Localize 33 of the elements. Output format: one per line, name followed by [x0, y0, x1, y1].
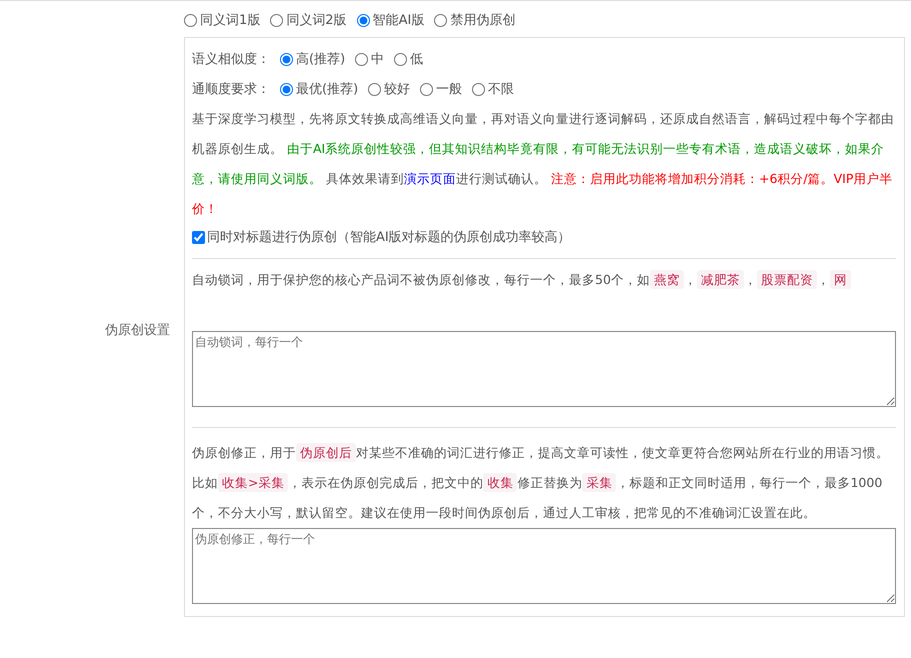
radio-button[interactable] — [434, 14, 448, 26]
demo-link[interactable]: 演示页面 — [404, 171, 456, 186]
checkbox-option[interactable]: 同时对标题进行伪原创（智能AI版对标题的伪原创成功率较高） — [192, 228, 571, 246]
radio-option[interactable]: 高(推荐) — [280, 50, 346, 68]
radio-button[interactable] — [394, 52, 408, 66]
field-label: 语义相似度： — [192, 51, 270, 68]
radio-option[interactable]: 智能AI版 — [356, 11, 424, 29]
corrections-description: 伪原创修正，用于 伪原创后 对某些不准确的词汇进行修正，提高文章可读性，使文章更符合您网站所在行业的用语习惯。比如 收集>采集 ，表示在伪原创完成后，把文中的 收集 修正替换为 采集 ，标题和正文同时适用，每行一个，最多1000个，不分大小写，默认留空。建议在使用一段时间伪原创后，通过人工审核，把常见的不准确词汇设置在此。 — [192, 442, 890, 522]
radio-option[interactable]: 最优(推荐) — [280, 80, 358, 98]
radio-button[interactable] — [420, 82, 434, 96]
radio-option[interactable]: 一般 — [420, 80, 462, 98]
section-label: 伪原创设置 — [105, 322, 170, 338]
corrections-field[interactable]: 伪原创修正，每行一个 — [192, 528, 896, 604]
radio-option[interactable]: 不限 — [472, 80, 514, 98]
radio-button[interactable] — [280, 52, 293, 66]
radio-button[interactable] — [280, 82, 293, 96]
radio-option[interactable]: 同义词1版 — [184, 11, 260, 29]
lock-words-field[interactable]: 自动锁词，每行一个 — [192, 331, 896, 407]
checkbox[interactable] — [192, 230, 205, 244]
radio-button[interactable] — [356, 14, 370, 26]
radio-button[interactable] — [472, 82, 486, 96]
radio-button[interactable] — [270, 14, 284, 26]
radio-button[interactable] — [355, 52, 368, 66]
field-label: 通顺度要求： — [192, 81, 270, 98]
description-text: 基于深度学习模型，先将原文转换成高维语义向量，再对语义向量进行逐词解码，还原成自然语言，解码过程中每个字都由机器原创生成。 由于AI系统原创性较强，但其知识结构毕竟有限，有可能无法识别一些专有术语，造成语义破坏，如果介意，请使用同义词版。 具体效果请到演示页面进行测试确认。 注意：启用此功能将增加积分消耗：+6积分/篇。VIP用户半价！ — [192, 110, 895, 218]
radio-button[interactable] — [184, 14, 197, 26]
radio-button[interactable] — [368, 82, 382, 96]
radio-option[interactable]: 同义词2版 — [270, 11, 347, 29]
radio-option[interactable]: 较好 — [368, 80, 410, 98]
radio-option[interactable]: 低 — [394, 50, 424, 68]
radio-option[interactable]: 中 — [355, 50, 384, 68]
lock-words-description: 自动锁词，用于保护您的核心产品词不被伪原创修改，每行一个，最多50个，如 燕窝 ， 减肥茶 ， 股票配资 ， 网 — [192, 265, 896, 295]
radio-option[interactable]: 禁用伪原创 — [434, 11, 516, 29]
